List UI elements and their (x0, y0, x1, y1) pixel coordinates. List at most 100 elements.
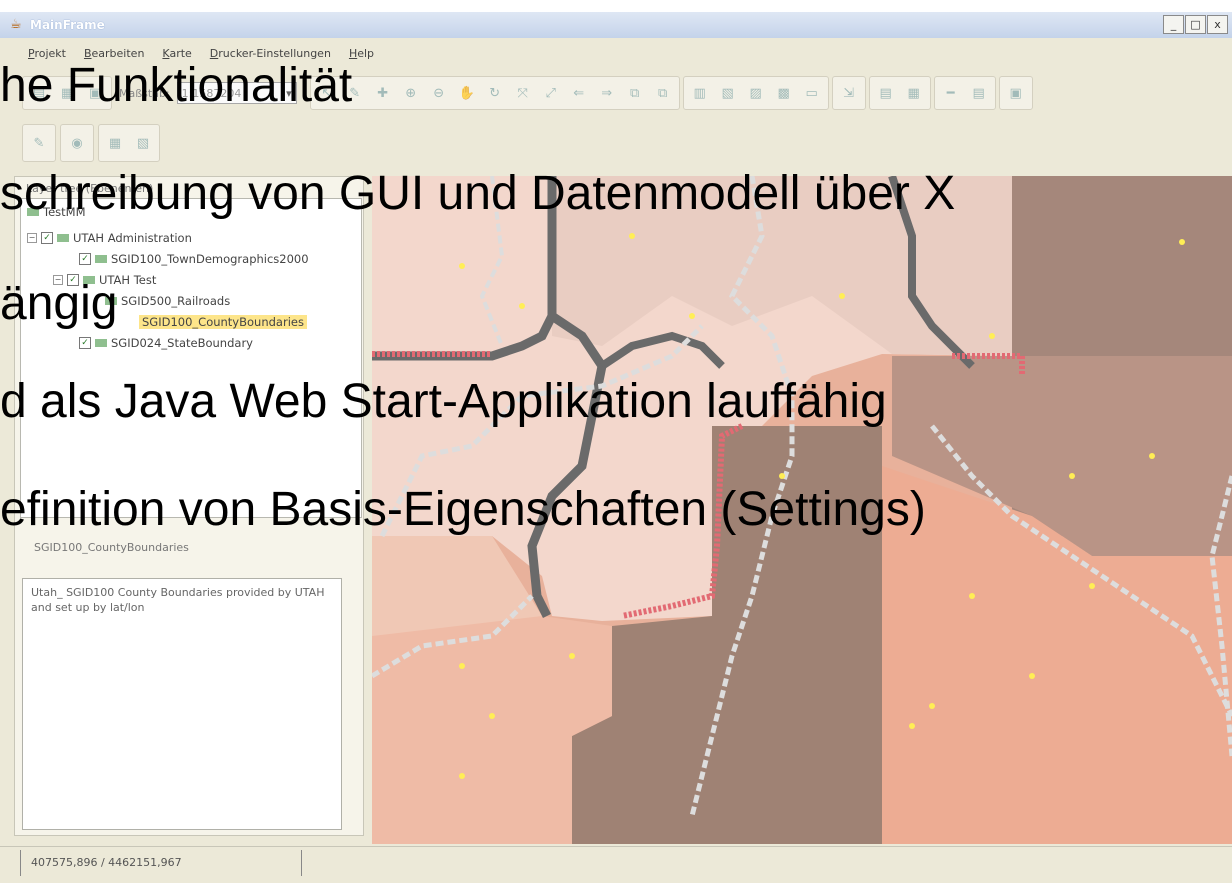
town-point (459, 773, 465, 779)
title-bar: ☕ MainFrame _ □ x (0, 12, 1232, 38)
layer-icon (105, 297, 117, 305)
menu-help[interactable]: Help (349, 44, 374, 64)
group-label: UTAH Administration (73, 231, 192, 245)
ruler-icon[interactable]: ━ (938, 80, 964, 106)
layer-icon (95, 255, 107, 263)
window-title: MainFrame (30, 18, 105, 32)
town-point (1069, 473, 1075, 479)
edit-layer-icon[interactable]: ▤ (873, 80, 899, 106)
layer-checkbox[interactable]: ✓ (67, 274, 79, 286)
settings-icon[interactable]: ▣ (1003, 80, 1029, 106)
save-icon[interactable]: ▦ (54, 80, 80, 106)
tree-group-utah-admin[interactable]: − ✓ UTAH Administration (27, 231, 192, 245)
town-point (969, 593, 975, 599)
tree-layer-county-boundaries[interactable]: SGID100_CountyBoundaries (139, 315, 307, 329)
town-point (989, 333, 995, 339)
layer-checkbox[interactable]: ✓ (41, 232, 53, 244)
secondary-toolbar: ✎ ◉ ▦ ▧ (22, 124, 160, 162)
info-icon[interactable]: ✚ (370, 80, 396, 106)
style-tools-group: ◉ (60, 124, 94, 162)
close-button[interactable]: x (1207, 15, 1228, 34)
root-label: TestMM (43, 205, 86, 219)
menu-bar: Projekt Bearbeiten Karte Drucker-Einstel… (0, 44, 1232, 64)
tree-group-utah-test[interactable]: − ✓ UTAH Test (53, 273, 156, 287)
zoom-layer-icon[interactable]: ⤢ (538, 80, 564, 106)
select-icon[interactable]: ✎ (342, 80, 368, 106)
measure-area-icon[interactable]: ▤ (966, 80, 992, 106)
navigation-group: ↖ ✎ ✚ ⊕ ⊖ ✋ ↻ ⤧ ⤢ ⇐ ⇒ ⧉ ⧉ (309, 76, 680, 110)
town-point (689, 313, 695, 319)
collapse-icon[interactable]: − (53, 275, 63, 285)
zoom-out-icon[interactable]: ⊖ (426, 80, 452, 106)
layer-label: SGID024_StateBoundary (111, 336, 253, 350)
add-layer-icon[interactable]: ▥ (687, 80, 713, 106)
layer-tree: TestMM − ✓ UTAH Administration ✓ SGID100… (20, 198, 362, 518)
clipboard-icon[interactable]: ▭ (799, 80, 825, 106)
edit-tools-group: ✎ (22, 124, 56, 162)
tree-layer-town-demographics[interactable]: ✓ SGID100_TownDemographics2000 (79, 252, 309, 266)
wkt-icon[interactable]: ▨ (743, 80, 769, 106)
image-icon[interactable]: ▩ (771, 80, 797, 106)
group-label: UTAH Test (99, 273, 157, 287)
map-canvas[interactable] (372, 176, 1232, 844)
town-point (629, 233, 635, 239)
open-icon[interactable]: ▤ (26, 80, 52, 106)
file-group: ▤ ▦ ▣ (22, 76, 112, 110)
layer-description: Utah_ SGID100 County Boundaries provided… (22, 578, 342, 830)
town-point (839, 293, 845, 299)
town-point (459, 263, 465, 269)
pointer-icon[interactable]: ↖ (314, 80, 340, 106)
menu-drucker-einstellungen[interactable]: Drucker-Einstellungen (210, 44, 331, 64)
layer-label: SGID500_Railroads (121, 294, 231, 308)
menu-projekt[interactable]: Projekt (28, 44, 66, 64)
java-icon: ☕ (10, 17, 22, 32)
forward-icon[interactable]: ⇒ (594, 80, 620, 106)
db-disconnect-icon[interactable]: ▧ (130, 130, 156, 156)
paste-icon[interactable]: ⧉ (650, 80, 676, 106)
remove-layer-icon[interactable]: ▦ (901, 80, 927, 106)
add-raster-icon[interactable]: ▧ (715, 80, 741, 106)
layer-label: SGID100_TownDemographics2000 (111, 252, 309, 266)
folder-icon (57, 234, 69, 242)
palette-icon[interactable]: ◉ (64, 130, 90, 156)
edit-group: ▤ ▦ (868, 76, 931, 110)
town-point (459, 663, 465, 669)
layer-info-title: SGID100_CountyBoundaries (34, 541, 189, 554)
tree-root[interactable]: TestMM (27, 205, 86, 219)
copy-icon[interactable]: ⧉ (622, 80, 648, 106)
town-point (489, 713, 495, 719)
main-toolbar: ▤ ▦ ▣ Maßstab: 1:1587204 ↖ ✎ ✚ ⊕ ⊖ ✋ ↻ ⤧… (22, 72, 1033, 114)
town-point (519, 303, 525, 309)
scale-select[interactable]: 1:1587204 (176, 82, 297, 105)
maximize-button[interactable]: □ (1185, 15, 1206, 34)
db-tools-group: ▦ ▧ (98, 124, 160, 162)
layer-tree-header: Layer tree (Ebenen/en) (26, 182, 154, 195)
tree-layer-railroads[interactable]: SGID500_Railroads (105, 294, 230, 308)
minimize-button[interactable]: _ (1163, 15, 1184, 34)
layer-group: ▥ ▧ ▨ ▩ ▭ (682, 76, 829, 110)
back-icon[interactable]: ⇐ (566, 80, 592, 106)
collapse-icon[interactable]: − (27, 233, 37, 243)
export-icon[interactable]: ⇲ (836, 80, 862, 106)
layer-checkbox[interactable]: ✓ (79, 253, 91, 265)
measure-group: ━ ▤ (933, 76, 996, 110)
map-svg[interactable] (372, 176, 1232, 844)
settings-group: ▣ (998, 76, 1033, 110)
tree-layer-state-boundary[interactable]: ✓ SGID024_StateBoundary (79, 336, 253, 350)
layer-checkbox[interactable]: ✓ (79, 337, 91, 349)
pan-icon[interactable]: ✋ (454, 80, 480, 106)
menu-bearbeiten[interactable]: Bearbeiten (84, 44, 144, 64)
scale-label: Maßstab: (119, 86, 170, 100)
town-point (1089, 583, 1095, 589)
zoom-in-icon[interactable]: ⊕ (398, 80, 424, 106)
folder-icon (27, 208, 39, 216)
pencil-icon[interactable]: ✎ (26, 130, 52, 156)
menu-karte[interactable]: Karte (162, 44, 191, 64)
town-point (1029, 673, 1035, 679)
zoom-extent-icon[interactable]: ⤧ (510, 80, 536, 106)
db-connect-icon[interactable]: ▦ (102, 130, 128, 156)
refresh-icon[interactable]: ↻ (482, 80, 508, 106)
print-icon[interactable]: ▣ (82, 80, 108, 106)
town-point (1179, 239, 1185, 245)
layer-label-selected: SGID100_CountyBoundaries (139, 315, 307, 329)
